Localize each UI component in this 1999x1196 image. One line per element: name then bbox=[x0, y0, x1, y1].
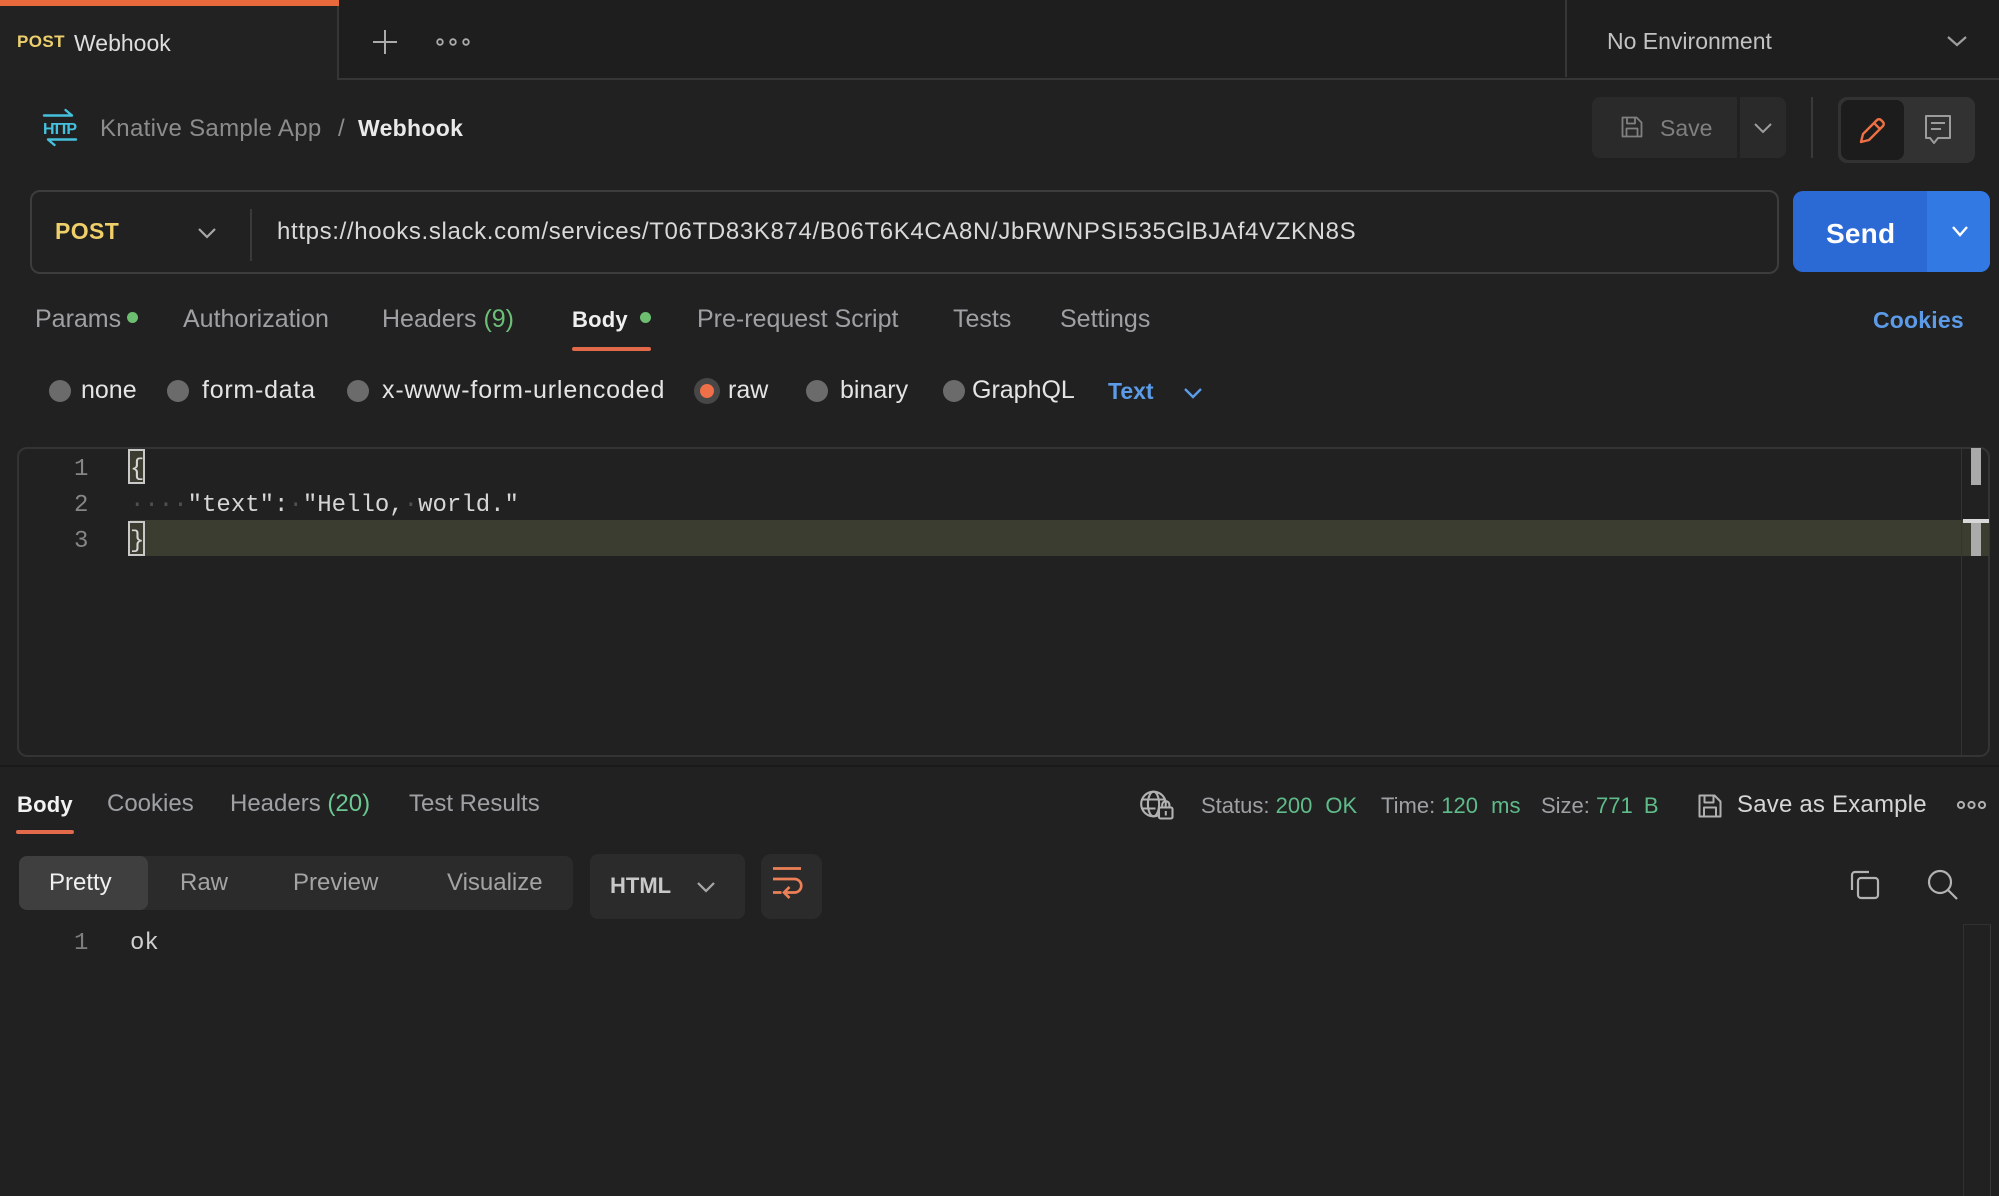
svg-text:HTTP: HTTP bbox=[43, 121, 77, 138]
